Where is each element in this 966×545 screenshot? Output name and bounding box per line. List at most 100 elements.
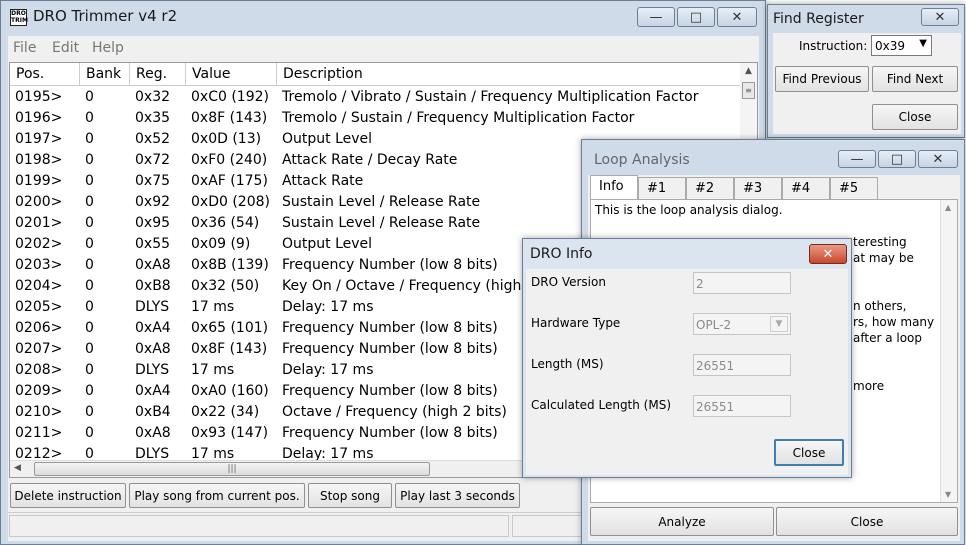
play-from-position-button[interactable]: Play song from current pos. [129, 483, 305, 508]
tab-3[interactable]: #3 [734, 177, 782, 199]
tab-4[interactable]: #4 [782, 177, 830, 199]
scroll-thumb[interactable]: ≡ [742, 82, 755, 99]
find-close-icon[interactable]: ✕ [921, 8, 959, 26]
stop-song-button[interactable]: Stop song [308, 483, 392, 508]
analyze-button[interactable]: Analyze [590, 507, 774, 536]
scroll-left-icon[interactable]: ◀ [14, 463, 21, 473]
menu-help[interactable]: Help [92, 40, 124, 56]
minimize-button[interactable]: — [637, 7, 675, 27]
delete-instruction-button[interactable]: Delete instruction [10, 483, 126, 508]
cell-reg: DLYS [135, 361, 170, 378]
dro-close-icon[interactable]: ✕ [809, 244, 847, 264]
play-last-seconds-button[interactable]: Play last 3 seconds [395, 483, 520, 508]
cell-value: 0x32 (50) [191, 277, 260, 294]
cell-pos: 0208> [15, 361, 63, 378]
cell-pos: 0210> [15, 403, 63, 420]
cell-bank: 0 [85, 403, 94, 420]
dro-client: DRO Version 2 Hardware Type OPL-2 ▼ Leng… [526, 269, 848, 475]
hardware-type-select: OPL-2 ▼ [693, 313, 791, 335]
main-title: DRO Trimmer v4 r2 [33, 7, 178, 25]
loop-maximize-button[interactable]: □ [878, 150, 916, 168]
tab-1[interactable]: #1 [638, 177, 686, 199]
find-previous-button[interactable]: Find Previous [775, 66, 869, 92]
cell-pos: 0207> [15, 340, 63, 357]
cell-bank: 0 [85, 382, 94, 399]
cell-pos: 0200> [15, 193, 63, 210]
loop-title: Loop Analysis [594, 152, 690, 168]
cell-pos: 0199> [15, 172, 63, 189]
status-pane-1 [9, 515, 509, 537]
hscroll-thumb[interactable]: ||| [34, 462, 430, 476]
maximize-button[interactable]: □ [677, 7, 715, 27]
cell-value: 0x8F (143) [191, 340, 268, 357]
dro-version-label: DRO Version [531, 275, 606, 289]
table-row[interactable]: 0195> 0 0x32 0xC0 (192) Tremolo / Vibrato / … [10, 86, 741, 107]
col-reg[interactable]: Reg. [130, 63, 186, 86]
cell-bank: 0 [85, 130, 94, 147]
cell-description: Tremolo / Vibrato / Sustain / Frequency … [282, 88, 699, 105]
loop-vertical-scrollbar[interactable]: ▲ ▼ [940, 200, 957, 502]
loop-text-first: This is the loop analysis dialog. [595, 203, 783, 217]
chevron-down-icon[interactable]: ▼ [919, 38, 927, 49]
loop-text-frag-3: n others, [853, 299, 907, 313]
col-description[interactable]: Description [277, 63, 741, 86]
tab-5[interactable]: #5 [830, 177, 878, 199]
cell-reg: 0xA8 [135, 340, 171, 357]
cell-description: Tremolo / Sustain / Frequency Multiplica… [282, 109, 635, 126]
col-bank[interactable]: Bank [80, 63, 130, 86]
instruction-select[interactable]: 0x39 ▼ [871, 35, 932, 56]
find-client: Instruction: 0x39 ▼ Find Previous Find N… [773, 33, 961, 134]
instruction-label: Instruction: [799, 39, 868, 53]
cell-value: 0x36 (54) [191, 214, 260, 231]
menu-edit[interactable]: Edit [52, 40, 79, 56]
loop-text-frag-6: more [853, 379, 885, 393]
cell-reg: 0xA4 [135, 382, 171, 399]
cell-bank: 0 [85, 151, 94, 168]
loop-text-frag-4: rs, how many [853, 315, 935, 329]
main-titlebar[interactable]: DRO TRIM DRO Trimmer v4 r2 — □ ✕ [1, 1, 765, 31]
scroll-up-icon[interactable]: ▲ [740, 63, 757, 80]
instruction-value: 0x39 [875, 39, 906, 53]
find-next-button[interactable]: Find Next [872, 66, 958, 92]
loop-text-frag-1: teresting [853, 235, 907, 249]
cell-reg: 0x35 [135, 109, 171, 126]
cell-pos: 0211> [15, 424, 63, 441]
cell-pos: 0203> [15, 256, 63, 273]
cell-value: 0xA0 (160) [191, 382, 269, 399]
cell-value: 0x0D (13) [191, 130, 262, 147]
cell-bank: 0 [85, 109, 94, 126]
close-button[interactable]: ✕ [717, 7, 757, 27]
find-close-button[interactable]: Close [872, 104, 958, 130]
loop-minimize-button[interactable]: — [838, 150, 876, 168]
menu-file[interactable]: File [13, 40, 36, 56]
cell-reg: 0x55 [135, 235, 171, 252]
cell-bank: 0 [85, 214, 94, 231]
cell-bank: 0 [85, 172, 94, 189]
loop-close-icon[interactable]: ✕ [918, 150, 958, 168]
cell-bank: 0 [85, 277, 94, 294]
loop-scroll-down-icon[interactable]: ▼ [945, 490, 951, 499]
loop-tabs: Info #1 #2 #3 #4 #5 [590, 175, 890, 199]
dro-close-button[interactable]: Close [774, 439, 844, 466]
tab-info[interactable]: Info [590, 175, 638, 199]
col-value[interactable]: Value [186, 63, 277, 86]
dro-title: DRO Info [530, 246, 593, 262]
tab-2[interactable]: #2 [686, 177, 734, 199]
cell-reg: 0xB4 [135, 403, 171, 420]
dro-version-field: 2 [693, 272, 791, 294]
hardware-chevron-down-icon: ▼ [770, 316, 788, 332]
cell-value: 0xC0 (192) [191, 88, 269, 105]
table-row[interactable]: 0196> 0 0x35 0x8F (143) Tremolo / Sustain / … [10, 107, 741, 128]
loop-scroll-up-icon[interactable]: ▲ [945, 203, 951, 212]
cell-reg: 0x72 [135, 151, 171, 168]
cell-bank: 0 [85, 340, 94, 357]
calculated-length-field: 26551 [693, 395, 791, 417]
cell-value: 0x65 (101) [191, 319, 269, 336]
cell-pos: 0204> [15, 277, 63, 294]
col-pos[interactable]: Pos. [10, 63, 80, 86]
find-title: Find Register [773, 11, 864, 27]
cell-value: 17 ms [191, 361, 235, 378]
loop-close-button[interactable]: Close [776, 507, 958, 536]
cell-reg: DLYS [135, 298, 170, 315]
cell-pos: 0201> [15, 214, 63, 231]
